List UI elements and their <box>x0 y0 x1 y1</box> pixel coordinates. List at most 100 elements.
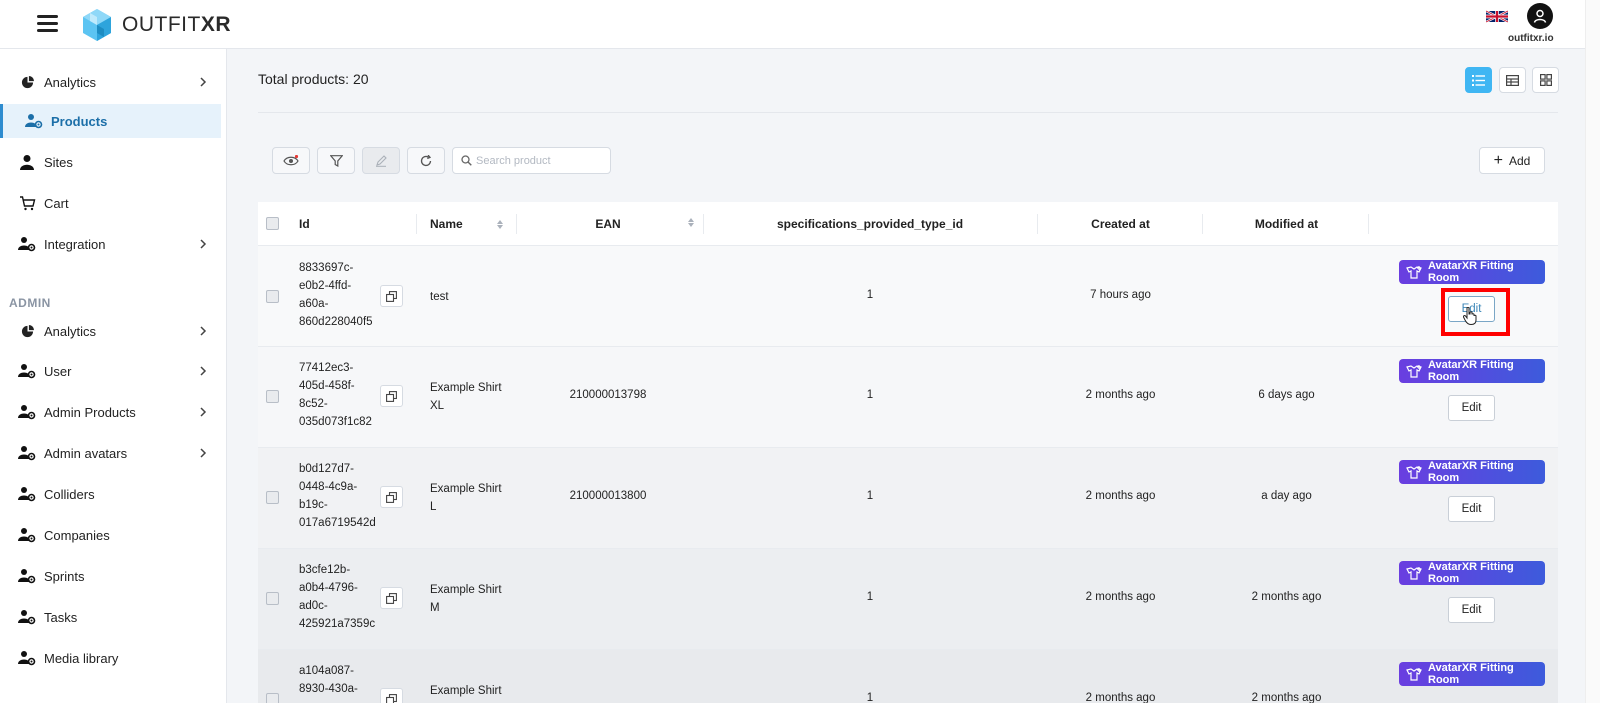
refresh-icon <box>420 154 432 166</box>
grid-view-button[interactable] <box>1532 67 1559 93</box>
product-created-at: 2 months ago <box>1085 591 1156 603</box>
cart-icon <box>18 194 36 212</box>
user-gear-icon <box>18 649 36 667</box>
sidebar-item-label: Analytics <box>44 74 97 90</box>
column-header-name[interactable]: Name <box>430 202 503 246</box>
column-separator <box>703 214 704 234</box>
sidebar-item-admin-analytics[interactable]: Analytics <box>0 314 221 348</box>
row-checkbox[interactable] <box>266 693 279 703</box>
product-spec-type: 1 <box>866 389 874 401</box>
product-created-at: 7 hours ago <box>1090 289 1151 301</box>
sidebar-item-media-library[interactable]: Media library <box>0 641 221 675</box>
fitting-room-button[interactable]: AvatarXR Fitting Room <box>1399 561 1545 585</box>
edit-button[interactable]: Edit <box>1448 496 1495 522</box>
brand-logo[interactable]: OUTFITXR <box>80 8 231 42</box>
pie-chart-icon <box>18 73 36 91</box>
visibility-toggle-button[interactable] <box>272 147 310 174</box>
copy-icon <box>386 592 397 604</box>
bulk-edit-button[interactable] <box>362 147 400 174</box>
table-row[interactable]: 77412ec3- 405d-458f- 8c52- 035d073f1c82 Exa… <box>258 347 1558 448</box>
table-row[interactable]: 8833697c-e0b2-4ffd-a60a- 860d228040f5 tes… <box>258 246 1558 347</box>
sidebar-item-admin-products[interactable]: Admin Products <box>0 395 221 429</box>
filter-button[interactable] <box>317 147 355 174</box>
outfitxr-logo-icon <box>83 9 111 41</box>
brand-name: OUTFITXR <box>122 13 232 36</box>
column-header-modified[interactable]: Modified at <box>1203 202 1370 246</box>
product-spec-type: 1 <box>866 692 874 703</box>
sidebar-item-integration[interactable]: Integration <box>0 227 221 261</box>
select-all-checkbox[interactable] <box>266 217 279 230</box>
sidebar-item-analytics[interactable]: Analytics <box>0 65 221 99</box>
column-header-created[interactable]: Created at <box>1038 202 1203 246</box>
row-checkbox[interactable] <box>266 390 279 403</box>
sidebar-item-label: Cart <box>44 195 69 211</box>
copy-id-button[interactable] <box>380 688 403 703</box>
table-row[interactable]: b3cfe12b-a0b4-4796- ad0c- 425921a7359c Exa… <box>258 549 1558 650</box>
user-gear-icon <box>18 444 36 462</box>
copy-id-button[interactable] <box>380 285 403 307</box>
sidebar-item-label: Sprints <box>44 568 85 584</box>
list-view-button[interactable] <box>1465 67 1492 93</box>
sidebar-item-products[interactable]: Products <box>0 104 221 138</box>
sidebar-item-user[interactable]: User <box>0 354 221 388</box>
uk-flag-icon[interactable] <box>1486 9 1508 24</box>
row-checkbox[interactable] <box>266 290 279 303</box>
eye-icon <box>283 154 299 165</box>
sidebar-item-sprints[interactable]: Sprints <box>0 559 221 593</box>
hamburger-menu-icon[interactable] <box>37 15 58 32</box>
sidebar-item-label: Colliders <box>44 486 95 502</box>
column-header-spec[interactable]: specifications_provided_type_id <box>705 202 1035 246</box>
sidebar-item-colliders[interactable]: Colliders <box>0 477 221 511</box>
pie-chart-icon <box>18 322 36 340</box>
copy-icon <box>386 693 397 703</box>
user-gear-icon <box>18 485 36 503</box>
row-checkbox[interactable] <box>266 592 279 605</box>
search-input[interactable] <box>476 154 606 167</box>
sidebar-item-admin-avatars[interactable]: Admin avatars <box>0 436 221 470</box>
fitting-room-button[interactable]: AvatarXR Fitting Room <box>1399 662 1545 686</box>
fitting-room-button[interactable]: AvatarXR Fitting Room <box>1399 260 1545 284</box>
edit-button[interactable]: Edit <box>1448 597 1495 623</box>
row-checkbox[interactable] <box>266 491 279 504</box>
sidebar-item-companies[interactable]: Companies <box>0 518 221 552</box>
fitting-room-button[interactable]: AvatarXR Fitting Room <box>1399 460 1545 484</box>
top-header: OUTFITXR outfitxr.io <box>0 0 1585 49</box>
fitting-room-label: AvatarXR Fitting Room <box>1428 260 1514 284</box>
refresh-button[interactable] <box>407 147 445 174</box>
copy-id-button[interactable] <box>380 486 403 508</box>
table-row[interactable]: a104a087- 8930-430a- Example Shirt 1 2 mo… <box>258 650 1558 703</box>
chevron-right-icon <box>200 326 207 336</box>
detail-view-button[interactable] <box>1499 67 1526 93</box>
edit-button[interactable]: Edit <box>1448 296 1495 322</box>
product-name: Example Shirt M <box>430 584 502 614</box>
sidebar-item-cart[interactable]: Cart <box>0 186 221 220</box>
user-gear-icon <box>18 362 36 380</box>
search-box[interactable] <box>452 147 611 174</box>
product-name: Example Shirt <box>430 685 502 697</box>
fitting-room-button[interactable]: AvatarXR Fitting Room <box>1399 359 1545 383</box>
search-icon <box>461 155 472 166</box>
user-avatar[interactable] <box>1527 3 1553 29</box>
edit-button[interactable]: Edit <box>1448 395 1495 421</box>
chevron-right-icon <box>200 77 207 87</box>
table-row[interactable]: b0d127d7- 0448-4c9a-b19c- 017a6719542d Exa… <box>258 448 1558 549</box>
page-scrollbar[interactable] <box>1585 0 1600 703</box>
product-name: test <box>430 291 449 303</box>
fitting-room-icon <box>1405 566 1423 580</box>
sort-icon[interactable] <box>688 218 694 227</box>
product-modified-at: 2 months ago <box>1251 591 1322 603</box>
sidebar-item-label: Integration <box>44 236 106 252</box>
fitting-room-icon <box>1405 667 1423 681</box>
sidebar-item-label: Admin avatars <box>44 445 128 461</box>
column-header-id[interactable]: Id <box>299 202 310 246</box>
copy-icon <box>386 390 397 402</box>
sidebar-item-tasks[interactable]: Tasks <box>0 600 221 634</box>
add-product-button[interactable]: + Add <box>1479 147 1545 174</box>
user-icon <box>1533 9 1547 23</box>
column-header-ean[interactable]: EAN <box>518 202 698 246</box>
copy-id-button[interactable] <box>380 587 403 609</box>
sidebar-item-label: Tasks <box>44 609 78 625</box>
sidebar-item-sites[interactable]: Sites <box>0 145 221 179</box>
copy-id-button[interactable] <box>380 385 403 407</box>
product-spec-type: 1 <box>866 289 874 301</box>
